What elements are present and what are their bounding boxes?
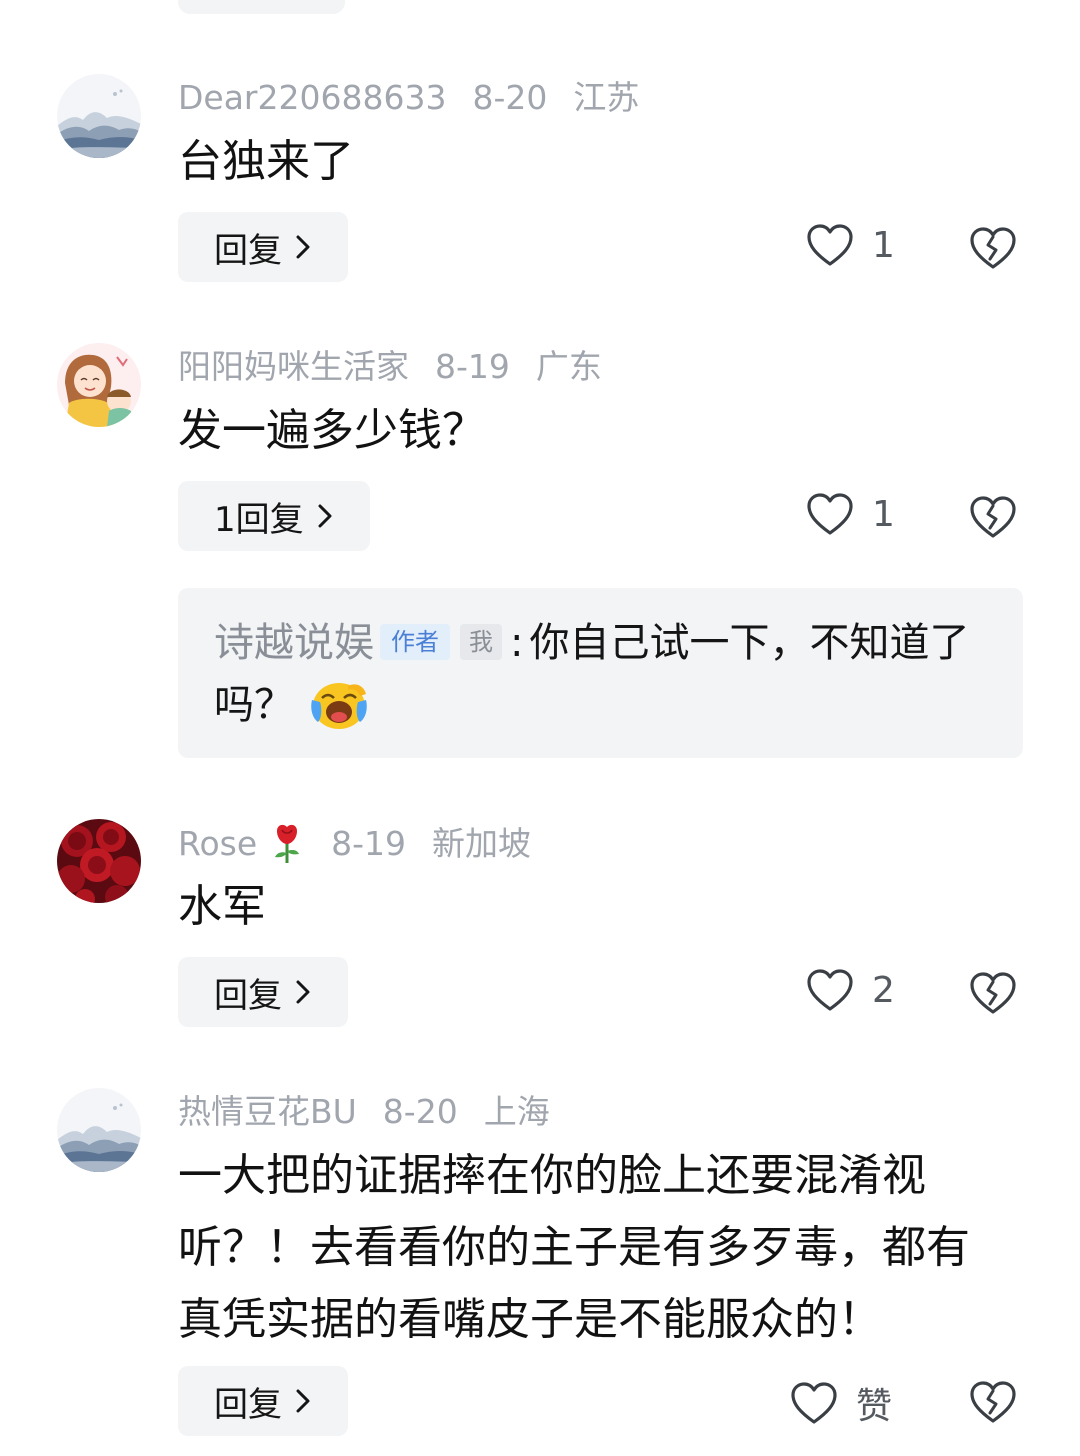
heart-outline-icon	[806, 968, 854, 1012]
comment-date: 8-19	[435, 347, 510, 386]
chevron-right-icon	[294, 233, 312, 261]
like-button[interactable]: 1	[806, 492, 895, 536]
reply-button[interactable]: 回复	[178, 957, 348, 1027]
broken-heart-icon[interactable]	[969, 1378, 1017, 1426]
comment-location: 江苏	[573, 78, 640, 117]
username[interactable]: Dear220688633	[178, 78, 446, 118]
laughing-crying-emoji-icon	[311, 683, 367, 729]
comment-date: 8-20	[472, 78, 548, 117]
avatar[interactable]	[57, 1088, 141, 1172]
rose-emoji-icon	[275, 824, 300, 863]
comment-meta: 阳阳妈咪生活家 8-19 广东	[178, 347, 602, 387]
comment-text: 水军	[178, 881, 266, 932]
reply-button-label: 回复	[214, 975, 282, 1016]
cartoon-mother-child-avatar-icon	[57, 343, 141, 427]
reply-separator: :	[510, 620, 524, 666]
like-button[interactable]: 赞	[790, 1377, 892, 1429]
comment-text: 台独来了	[178, 136, 354, 187]
heart-outline-icon	[790, 1381, 838, 1425]
username[interactable]: 阳阳妈咪生活家	[178, 347, 409, 387]
chevron-right-icon	[316, 502, 334, 530]
like-count: 1	[872, 224, 895, 266]
avatar[interactable]	[57, 343, 141, 427]
previous-reply-button-edge[interactable]	[178, 0, 345, 14]
red-roses-avatar-icon	[57, 819, 141, 903]
heart-outline-icon	[806, 223, 854, 267]
author-reply-box[interactable]: 诗越说娱 作者我: 你自己试一下，不知道了吗？	[178, 588, 1023, 758]
reply-button-label: 1回复	[214, 499, 304, 540]
avatar[interactable]	[57, 819, 141, 903]
reply-button[interactable]: 回复	[178, 212, 348, 282]
broken-heart-icon[interactable]	[969, 969, 1017, 1017]
comment-text: 发一遍多少钱？	[178, 405, 486, 456]
reply-author-name[interactable]: 诗越说娱	[214, 620, 374, 666]
comment-location: 广东	[535, 347, 602, 386]
mountain-landscape-avatar-icon	[57, 1088, 141, 1172]
like-button[interactable]: 2	[806, 968, 895, 1012]
reply-button-label: 回复	[214, 230, 282, 271]
comment-meta: 热情豆花BU 8-20 上海	[178, 1092, 550, 1132]
broken-heart-icon[interactable]	[969, 224, 1017, 272]
mountain-landscape-avatar-icon	[57, 74, 141, 158]
comment-meta: Dear220688633 8-20 江苏	[178, 78, 639, 118]
username[interactable]: Rose	[178, 824, 257, 864]
username[interactable]: 热情豆花BU	[178, 1092, 357, 1132]
comment-date: 8-20	[382, 1092, 458, 1131]
author-tag-badge: 作者	[380, 624, 450, 660]
reply-button[interactable]: 回复	[178, 1366, 348, 1436]
broken-heart-icon[interactable]	[969, 493, 1017, 541]
like-count: 2	[872, 969, 895, 1011]
chevron-right-icon	[294, 1387, 312, 1415]
comment-meta: Rose 8-19 新加坡	[178, 823, 531, 865]
reply-button-label: 回复	[214, 1384, 282, 1425]
chevron-right-icon	[294, 978, 312, 1006]
comment-text: 一大把的证据摔在你的脸上还要混淆视听？！去看看你的主子是有多歹毒，都有真凭实据的…	[178, 1150, 970, 1345]
me-tag-badge: 我	[460, 624, 502, 660]
comment-date: 8-19	[331, 824, 407, 863]
comment-location: 新加坡	[432, 824, 532, 863]
reply-button[interactable]: 1回复	[178, 481, 370, 551]
like-label: 赞	[856, 1386, 893, 1427]
heart-outline-icon	[806, 492, 854, 536]
like-button[interactable]: 1	[806, 223, 895, 267]
like-count: 1	[872, 493, 895, 535]
avatar[interactable]	[57, 74, 141, 158]
comment-location: 上海	[483, 1092, 550, 1131]
